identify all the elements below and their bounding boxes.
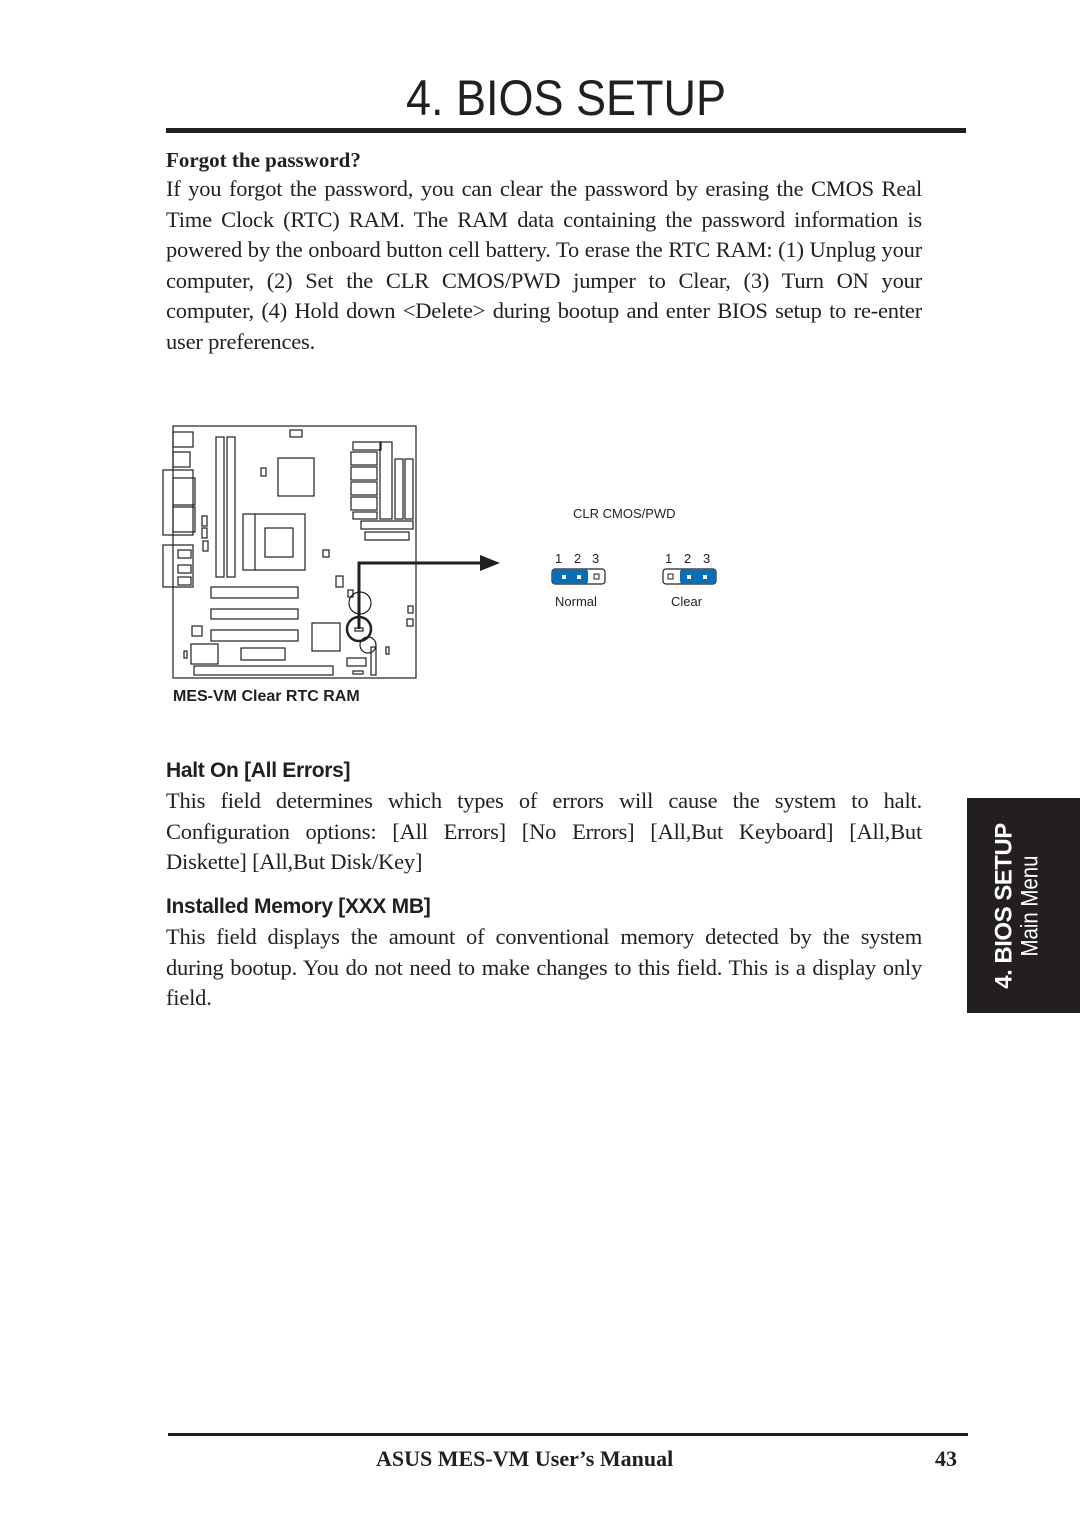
jumper-title: CLR CMOS/PWD bbox=[573, 506, 676, 521]
pin-label: 1 bbox=[665, 551, 673, 566]
forgot-password-body: If you forgot the password, you can clea… bbox=[166, 176, 922, 354]
ide-connector bbox=[394, 458, 404, 520]
forgot-password-heading: Forgot the password? bbox=[166, 148, 361, 172]
header bbox=[335, 575, 344, 588]
pin-label: 2 bbox=[574, 551, 582, 566]
connector bbox=[352, 441, 382, 451]
header bbox=[352, 670, 364, 675]
setting-label-clear: Clear bbox=[671, 594, 703, 609]
io-port bbox=[172, 451, 191, 468]
cpu-socket bbox=[242, 513, 306, 571]
halt-on-body: This field determines which types of err… bbox=[166, 788, 922, 874]
amr-slot bbox=[240, 647, 286, 661]
jumper-normal bbox=[551, 568, 606, 585]
pin-label: 3 bbox=[592, 551, 600, 566]
pci-slot bbox=[210, 608, 299, 620]
io-port bbox=[177, 549, 192, 559]
jumper-clear bbox=[662, 568, 717, 585]
title-rule bbox=[166, 128, 966, 133]
footer-title: ASUS MES-VM User’s Manual bbox=[376, 1446, 674, 1471]
header bbox=[406, 618, 414, 627]
jumper-small bbox=[202, 540, 209, 552]
header bbox=[289, 429, 303, 438]
motherboard-figure: CLR CMOS/PWD 1 2 3 1 2 3 Normal Clear ME… bbox=[160, 420, 740, 720]
connector bbox=[350, 466, 378, 481]
dimm-slot bbox=[215, 436, 225, 578]
chip-southbridge bbox=[311, 622, 341, 652]
jumper-small bbox=[201, 515, 208, 527]
side-tab-section: Main Menu bbox=[1016, 855, 1043, 956]
header bbox=[385, 646, 390, 655]
chapter-title: 4. BIOS SETUP bbox=[405, 70, 727, 126]
header bbox=[407, 605, 414, 614]
io-port bbox=[172, 431, 194, 448]
pin-label: 3 bbox=[703, 551, 711, 566]
footer-rule bbox=[168, 1433, 968, 1436]
header bbox=[183, 650, 188, 659]
pin-label: 2 bbox=[684, 551, 692, 566]
jumper-small bbox=[201, 527, 208, 539]
pci-slot bbox=[210, 586, 299, 599]
chip-northbridge bbox=[277, 457, 315, 497]
floppy-connector bbox=[364, 531, 410, 541]
io-port bbox=[162, 469, 194, 536]
figure-caption: MES-VM Clear RTC RAM bbox=[173, 688, 360, 705]
io-port bbox=[177, 576, 192, 586]
pin-label: 1 bbox=[555, 551, 563, 566]
chip bbox=[190, 643, 219, 665]
pointer-line bbox=[357, 561, 482, 629]
header bbox=[260, 467, 267, 477]
dimm-slot bbox=[226, 436, 236, 578]
connector bbox=[352, 511, 378, 520]
connector bbox=[350, 451, 378, 466]
chapter-side-tab: 4. BIOS SETUP Main Menu bbox=[967, 798, 1080, 1013]
chip bbox=[191, 625, 203, 637]
io-port bbox=[172, 477, 196, 506]
floppy-connector bbox=[360, 520, 414, 530]
connector bbox=[379, 441, 393, 520]
connector bbox=[350, 481, 378, 496]
installed-memory-heading: Installed Memory [XXX MB] bbox=[166, 895, 431, 918]
buzzer bbox=[359, 636, 377, 654]
pci-slot bbox=[210, 629, 299, 642]
jumper-cap bbox=[680, 569, 716, 584]
connector bbox=[350, 496, 378, 511]
cpu-core bbox=[264, 527, 294, 558]
arrow-head bbox=[480, 555, 500, 571]
component bbox=[322, 549, 330, 558]
header bbox=[346, 657, 367, 667]
side-tab-chapter: 4. BIOS SETUP bbox=[990, 822, 1017, 989]
jumper-cap bbox=[552, 569, 588, 584]
page-number: 43 bbox=[935, 1446, 957, 1471]
motherboard-diagram bbox=[162, 425, 717, 679]
io-port bbox=[172, 506, 196, 533]
ide-connector bbox=[404, 458, 414, 520]
setting-label-normal: Normal bbox=[555, 594, 597, 609]
isa-slot bbox=[193, 665, 334, 676]
installed-memory-body: This field displays the amount of conven… bbox=[166, 924, 922, 1010]
io-port bbox=[177, 564, 192, 574]
halt-on-heading: Halt On [All Errors] bbox=[166, 759, 351, 782]
